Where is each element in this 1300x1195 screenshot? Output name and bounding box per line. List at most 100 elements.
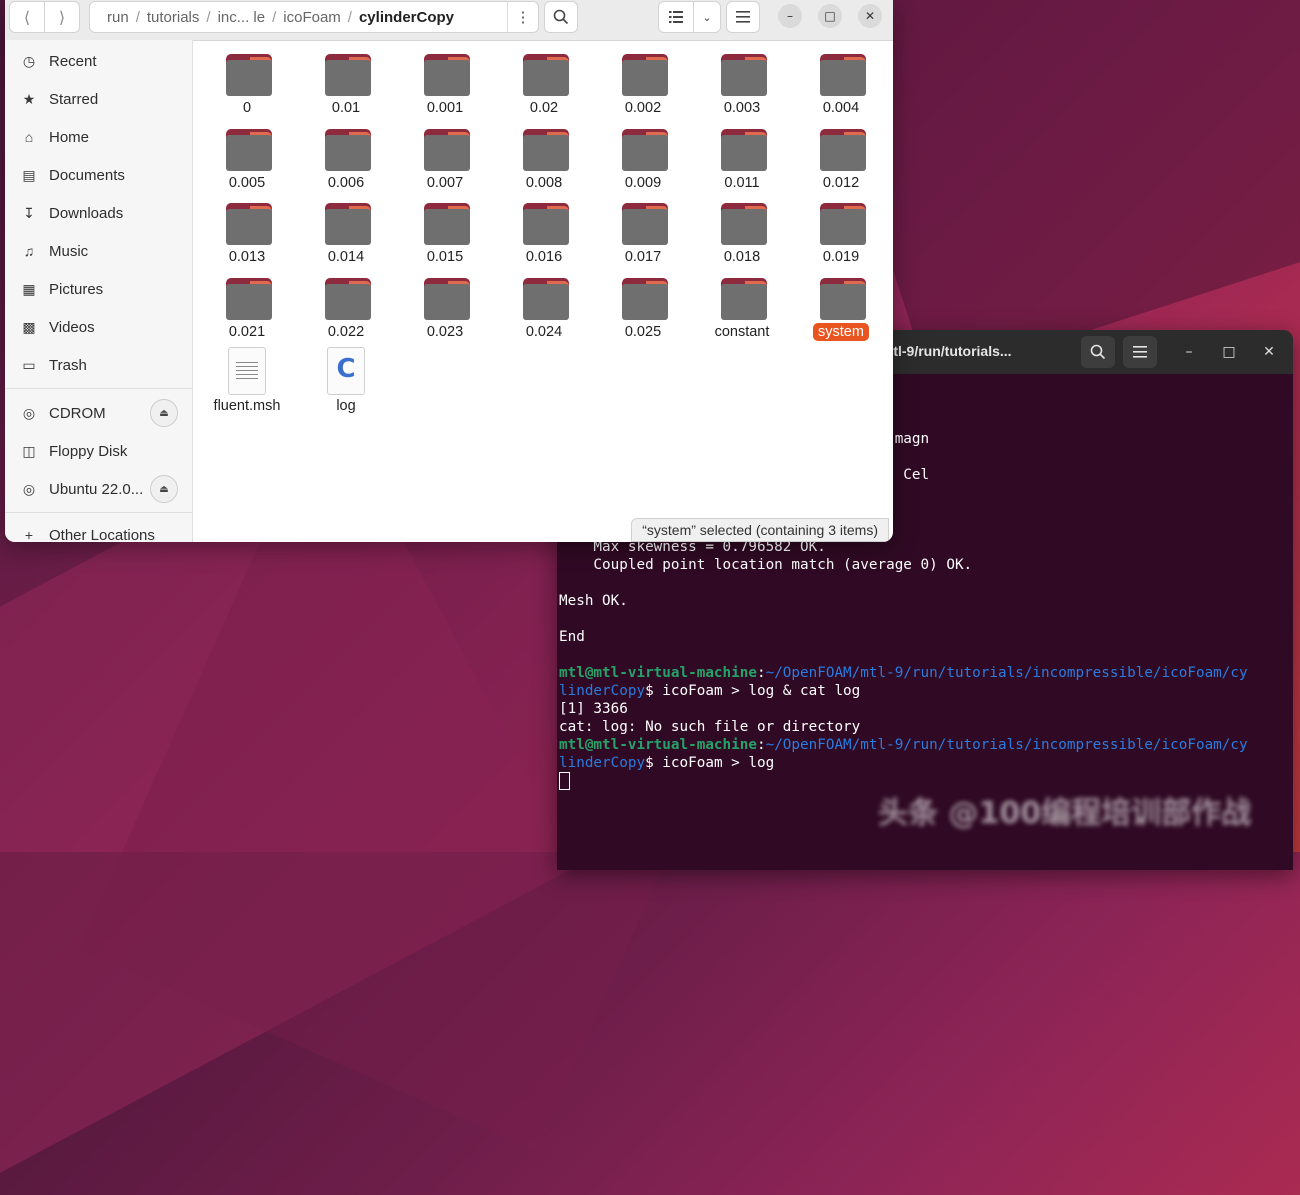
folder-item[interactable]: 0.009 — [593, 120, 693, 194]
breadcrumb-run[interactable]: run — [100, 9, 136, 26]
item-label: constant — [714, 323, 770, 340]
folder-item[interactable]: 0.004 — [791, 45, 891, 119]
prompt-path: ~/OpenFOAM/mtl-9/run/tutorials/incompres… — [765, 737, 1248, 753]
sidebar-item-videos[interactable]: ▩ Videos — [5, 310, 192, 344]
folder-menu-button[interactable]: ⋮ — [507, 2, 538, 32]
terminal-close-button[interactable]: ✕ — [1257, 340, 1281, 364]
maximize-button[interactable]: □ — [818, 4, 842, 28]
folder-item[interactable]: 0.013 — [197, 194, 297, 268]
item-label: 0.02 — [529, 100, 559, 116]
terminal-minimize-button[interactable]: – — [1177, 340, 1201, 364]
sidebar-item-pictures[interactable]: ▦ Pictures — [5, 272, 192, 306]
folder-item[interactable]: system — [791, 269, 891, 343]
sidebar-device-cdrom[interactable]: ◎ CDROM ⏏ — [5, 396, 192, 430]
terminal-text: $ icoFoam > log & cat log — [645, 683, 861, 699]
terminal-title: /mtl-9/run/tutorials... — [877, 343, 1012, 359]
view-toggle-button[interactable] — [658, 1, 694, 33]
file-item[interactable]: fluent.msh — [197, 343, 297, 417]
trash-icon: ▭ — [22, 356, 36, 373]
folder-item[interactable]: 0.005 — [197, 120, 297, 194]
close-icon: ✕ — [1263, 344, 1275, 360]
breadcrumb-incompressible[interactable]: inc... le — [211, 9, 273, 26]
music-icon: ♫ — [23, 243, 35, 259]
folder-item[interactable]: 0.002 — [593, 45, 693, 119]
prompt-user: mtl@mtl-virtual-machine — [559, 737, 757, 753]
clock-icon: ◷ — [22, 52, 36, 69]
terminal-search-button[interactable] — [1081, 336, 1115, 368]
main-menu-button[interactable] — [726, 1, 760, 33]
terminal-menu-button[interactable] — [1123, 336, 1157, 368]
folder-icon — [325, 203, 371, 245]
sidebar-item-recent[interactable]: ◷ Recent — [5, 44, 192, 78]
folder-item[interactable]: 0.022 — [296, 269, 396, 343]
file-item[interactable]: Clog — [296, 343, 396, 417]
folder-item[interactable]: 0.011 — [692, 120, 792, 194]
folder-icon — [622, 203, 668, 245]
star-icon: ★ — [22, 90, 36, 107]
folder-item[interactable]: 0.016 — [494, 194, 594, 268]
floppy-icon: ◫ — [22, 442, 36, 459]
folder-item[interactable]: 0.017 — [593, 194, 693, 268]
sidebar-item-label: Downloads — [49, 204, 124, 222]
folder-item[interactable]: 0.012 — [791, 120, 891, 194]
breadcrumb-tutorials[interactable]: tutorials — [140, 9, 207, 26]
close-button[interactable]: ✕ — [858, 4, 882, 28]
folder-item[interactable]: 0.021 — [197, 269, 297, 343]
forward-button[interactable]: ⟩ — [44, 1, 80, 33]
folder-item[interactable]: 0.024 — [494, 269, 594, 343]
sidebar-item-trash[interactable]: ▭ Trash — [5, 348, 192, 382]
sidebar-item-label: Pictures — [49, 280, 104, 298]
folder-item[interactable]: 0.006 — [296, 120, 396, 194]
breadcrumb-current-folder[interactable]: cylinderCopy — [352, 9, 461, 26]
folder-item[interactable]: 0.001 — [395, 45, 495, 119]
folder-item[interactable]: 0.003 — [692, 45, 792, 119]
c-source-file-icon: C — [327, 347, 365, 395]
chevron-right-icon: ⟩ — [58, 7, 66, 27]
back-button[interactable]: ⟨ — [9, 1, 45, 33]
sidebar-item-music[interactable]: ♫ Music — [5, 234, 192, 268]
folder-icon — [424, 277, 470, 320]
terminal-maximize-button[interactable]: □ — [1217, 340, 1241, 364]
item-label: 0.002 — [624, 100, 662, 116]
item-label: 0.013 — [228, 249, 266, 265]
view-options-button[interactable]: ⌄ — [693, 1, 721, 33]
sidebar-item-home[interactable]: ⌂ Home — [5, 120, 192, 154]
eject-icon[interactable]: ⏏ — [150, 399, 178, 427]
folder-item[interactable]: 0.01 — [296, 45, 396, 119]
download-icon: ↧ — [23, 204, 35, 221]
eject-icon[interactable]: ⏏ — [150, 475, 178, 503]
minimize-button[interactable]: – — [778, 4, 802, 28]
folder-item[interactable]: 0.018 — [692, 194, 792, 268]
folder-item[interactable]: 0.02 — [494, 45, 594, 119]
folder-item[interactable]: 0.019 — [791, 194, 891, 268]
disc-icon: ◎ — [22, 480, 36, 497]
breadcrumb-icofoam[interactable]: icoFoam — [276, 9, 348, 26]
search-button[interactable] — [544, 1, 578, 33]
prompt-path: linderCopy — [559, 683, 646, 699]
sidebar-device-floppy-disk[interactable]: ◫ Floppy Disk — [5, 434, 192, 468]
file-manager-window[interactable]: ⟨ ⟩ run / tutorials / inc... le / icoFoa… — [5, 0, 893, 542]
folder-item[interactable]: 0.008 — [494, 120, 594, 194]
folder-icon — [622, 128, 668, 171]
sidebar-item-label: Documents — [49, 166, 125, 184]
folder-item[interactable]: constant — [692, 269, 792, 343]
sidebar-item-downloads[interactable]: ↧ Downloads — [5, 196, 192, 230]
prompt-path: ~/OpenFOAM/mtl-9/run/tutorials/incompres… — [765, 665, 1248, 681]
minimize-icon: – — [787, 9, 793, 23]
video-icon: ▩ — [22, 318, 36, 335]
home-icon: ⌂ — [24, 129, 34, 145]
folder-item[interactable]: 0 — [197, 45, 297, 119]
folder-item[interactable]: 0.007 — [395, 120, 495, 194]
sidebar-item-documents[interactable]: ▤ Documents — [5, 158, 192, 192]
hamburger-menu-icon — [1133, 346, 1147, 358]
folder-item[interactable]: 0.023 — [395, 269, 495, 343]
sidebar-item-starred[interactable]: ★ Starred — [5, 82, 192, 116]
sidebar-item-other-locations[interactable]: + Other Locations — [5, 518, 192, 543]
folder-item[interactable]: 0.025 — [593, 269, 693, 343]
folder-item[interactable]: 0.014 — [296, 194, 396, 268]
folder-item[interactable]: 0.015 — [395, 194, 495, 268]
sidebar-device-ubuntu-22-0[interactable]: ◎ Ubuntu 22.0... ⏏ — [5, 472, 192, 506]
file-grid: 0 0.01 0.001 0.02 0.002 0.003 0.004 0.005 0.006 0… — [193, 40, 893, 542]
item-label: 0.008 — [525, 174, 563, 191]
sidebar-item-label: Videos — [49, 318, 95, 336]
